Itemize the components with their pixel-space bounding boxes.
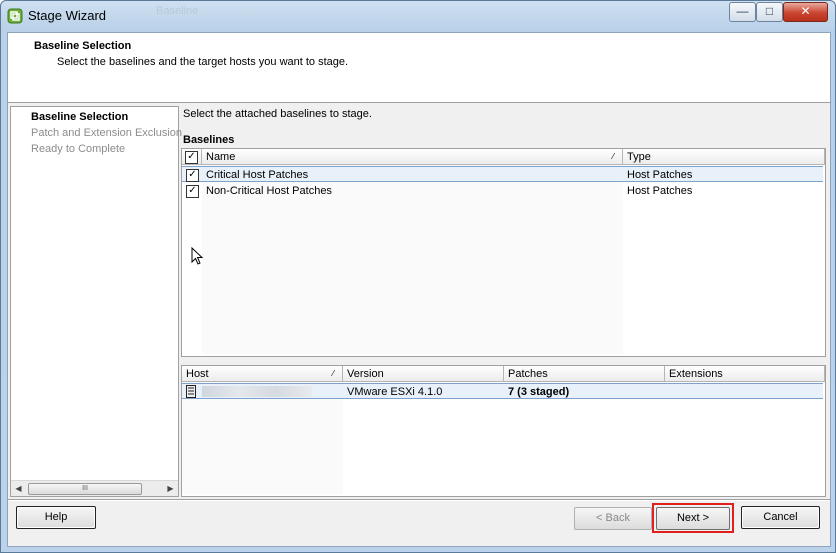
cancel-button[interactable]: Cancel xyxy=(741,506,820,529)
patches-column-label: Patches xyxy=(508,368,548,380)
host-patches: 7 (3 staged) xyxy=(508,386,570,398)
table-row[interactable]: VMware ESXi 4.1.0 7 (3 staged) xyxy=(182,383,823,399)
close-button[interactable]: ✕ xyxy=(783,2,828,22)
row-checkbox[interactable]: ✓ xyxy=(186,169,199,182)
stage-wizard-window: Stage Wizard Baseline — □ ✕ Baseline Sel… xyxy=(0,0,836,553)
wizard-client-area: Baseline Selection Select the baselines … xyxy=(7,32,831,547)
title-bar[interactable]: Stage Wizard Baseline — □ ✕ xyxy=(1,1,835,31)
step-patch-extension-exclusion[interactable]: Patch and Extension Exclusion xyxy=(31,127,182,139)
baseline-name: Critical Host Patches xyxy=(206,169,309,181)
version-column-label: Version xyxy=(347,368,384,380)
step-ready-to-complete[interactable]: Ready to Complete xyxy=(31,143,125,155)
next-button[interactable]: Next > xyxy=(656,507,730,530)
minimize-button[interactable]: — xyxy=(729,2,756,22)
instruction-text: Select the attached baselines to stage. xyxy=(183,108,372,120)
select-all-checkbox[interactable]: ✓ xyxy=(185,151,198,164)
table-row[interactable]: ✓ Critical Host Patches Host Patches xyxy=(182,166,823,182)
baseline-name: Non-Critical Host Patches xyxy=(206,185,332,197)
maximize-icon: □ xyxy=(765,4,774,18)
hosts-table: Host ⁄ Version Patches Extensions VMware… xyxy=(181,365,826,497)
row-checkbox[interactable]: ✓ xyxy=(186,185,199,198)
host-version: VMware ESXi 4.1.0 xyxy=(347,386,443,398)
help-button[interactable]: Help xyxy=(16,506,96,529)
host-extensions xyxy=(665,384,823,400)
table-row[interactable]: ✓ Non-Critical Host Patches Host Patches xyxy=(182,183,823,199)
baseline-type: Host Patches xyxy=(627,185,693,197)
sort-icon: ⁄ xyxy=(332,369,334,378)
scroll-left-icon[interactable]: ◀ xyxy=(11,481,26,496)
type-column-header[interactable]: Type xyxy=(623,149,825,165)
scroll-grip: III xyxy=(82,485,88,492)
background-window-title: Baseline xyxy=(156,5,199,17)
extensions-column-header[interactable]: Extensions xyxy=(665,366,825,382)
name-column-label: Name xyxy=(206,151,236,163)
maximize-button[interactable]: □ xyxy=(756,2,783,22)
host-server-icon xyxy=(186,385,196,398)
window-title: Stage Wizard xyxy=(28,8,107,23)
close-icon: ✕ xyxy=(800,4,811,18)
host-column-header[interactable]: Host ⁄ xyxy=(182,366,343,382)
baseline-type: Host Patches xyxy=(627,169,693,181)
version-column-header[interactable]: Version xyxy=(343,366,504,382)
scroll-right-icon[interactable]: ▶ xyxy=(163,481,178,496)
name-column-header[interactable]: Name ⁄ xyxy=(202,149,623,165)
host-column-label: Host xyxy=(186,368,209,380)
wizard-header: Baseline Selection Select the baselines … xyxy=(8,33,830,103)
sort-icon: ⁄ xyxy=(612,152,614,161)
vmware-app-icon xyxy=(7,8,23,24)
scroll-thumb[interactable]: III xyxy=(28,483,142,495)
page-title: Baseline Selection xyxy=(34,40,132,52)
select-all-column-header[interactable]: ✓ xyxy=(182,149,202,165)
wizard-steps-panel: Baseline Selection Patch and Extension E… xyxy=(10,106,182,497)
type-column-label: Type xyxy=(627,151,651,163)
baselines-table: ✓ Name ⁄ Type ✓ Critical Host Patches Ho… xyxy=(181,148,826,357)
back-button[interactable]: < Back xyxy=(574,507,652,530)
host-name-redacted xyxy=(202,386,312,397)
mouse-cursor-icon xyxy=(191,247,204,265)
patches-column-header[interactable]: Patches xyxy=(504,366,665,382)
steps-horizontal-scrollbar[interactable]: ◀ III ▶ xyxy=(11,480,178,496)
footer-divider xyxy=(8,499,830,501)
extensions-column-label: Extensions xyxy=(669,368,723,380)
step-baseline-selection[interactable]: Baseline Selection xyxy=(31,111,128,123)
page-subtitle: Select the baselines and the target host… xyxy=(57,56,349,68)
minimize-icon: — xyxy=(736,4,749,18)
baselines-label: Baselines xyxy=(183,134,235,146)
